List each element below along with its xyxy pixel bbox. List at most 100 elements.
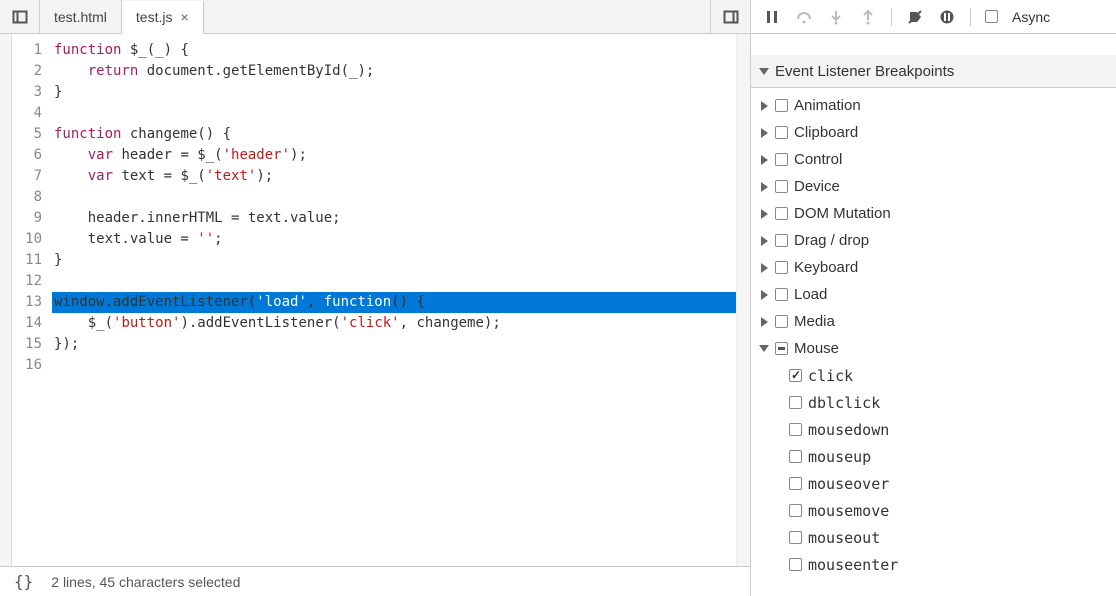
- step-into-icon[interactable]: [827, 8, 845, 26]
- chevron-right-icon[interactable]: [761, 290, 768, 300]
- line-number[interactable]: 13: [12, 292, 52, 313]
- checkbox[interactable]: [789, 369, 802, 382]
- pause-icon[interactable]: [763, 8, 781, 26]
- code-line[interactable]: text.value = '';: [52, 229, 736, 250]
- toggle-right-sidebar-icon[interactable]: [710, 0, 750, 33]
- breakpoint-category[interactable]: Media: [751, 308, 1116, 335]
- code-line[interactable]: [52, 103, 736, 124]
- code-line[interactable]: function $_(_) {: [52, 40, 736, 61]
- breakpoint-category[interactable]: Load: [751, 281, 1116, 308]
- code-line[interactable]: });: [52, 334, 736, 355]
- code-line[interactable]: function changeme() {: [52, 124, 736, 145]
- checkbox[interactable]: [775, 288, 788, 301]
- close-icon[interactable]: ×: [180, 9, 188, 25]
- tab-test-js[interactable]: test.js ×: [122, 1, 204, 34]
- code-line[interactable]: window.addEventListener('load', function…: [52, 292, 736, 313]
- line-number[interactable]: 15: [12, 334, 52, 355]
- breakpoint-category[interactable]: Animation: [751, 92, 1116, 119]
- checkbox[interactable]: [775, 207, 788, 220]
- pause-on-exceptions-icon[interactable]: [938, 8, 956, 26]
- checkbox[interactable]: [775, 234, 788, 247]
- line-number[interactable]: 12: [12, 271, 52, 292]
- breakpoint-category[interactable]: Control: [751, 146, 1116, 173]
- breakpoint-category[interactable]: Device: [751, 173, 1116, 200]
- breakpoints-header[interactable]: Event Listener Breakpoints: [751, 56, 1116, 88]
- step-out-icon[interactable]: [859, 8, 877, 26]
- line-number[interactable]: 5: [12, 124, 52, 145]
- line-number[interactable]: 3: [12, 82, 52, 103]
- breakpoint-event[interactable]: mouseup: [751, 443, 1116, 470]
- checkbox[interactable]: [789, 423, 802, 436]
- code-editor[interactable]: 12345678910111213141516 function $_(_) {…: [0, 34, 750, 566]
- chevron-right-icon[interactable]: [761, 155, 768, 165]
- chevron-right-icon[interactable]: [761, 101, 768, 111]
- checkbox[interactable]: [775, 342, 788, 355]
- pretty-print-icon[interactable]: {}: [14, 572, 33, 591]
- code-line[interactable]: return document.getElementById(_);: [52, 61, 736, 82]
- code-line[interactable]: header.innerHTML = text.value;: [52, 208, 736, 229]
- code-line[interactable]: }: [52, 82, 736, 103]
- breakpoint-category[interactable]: DOM Mutation: [751, 200, 1116, 227]
- breakpoint-event[interactable]: mouseover: [751, 470, 1116, 497]
- line-number[interactable]: 14: [12, 313, 52, 334]
- checkbox[interactable]: [789, 396, 802, 409]
- line-number[interactable]: 1: [12, 40, 52, 61]
- chevron-right-icon[interactable]: [761, 182, 768, 192]
- step-over-icon[interactable]: [795, 8, 813, 26]
- chevron-right-icon[interactable]: [761, 317, 768, 327]
- breakpoint-event[interactable]: mouseout: [751, 524, 1116, 551]
- line-number[interactable]: 16: [12, 355, 52, 376]
- code-line[interactable]: var text = $_('text');: [52, 166, 736, 187]
- breakpoint-category[interactable]: Keyboard: [751, 254, 1116, 281]
- line-number[interactable]: 2: [12, 61, 52, 82]
- chevron-right-icon[interactable]: [761, 209, 768, 219]
- line-number[interactable]: 4: [12, 103, 52, 124]
- breakpoint-event[interactable]: mousedown: [751, 416, 1116, 443]
- chevron-right-icon[interactable]: [761, 128, 768, 138]
- checkbox[interactable]: [789, 477, 802, 490]
- breakpoint-event[interactable]: click: [751, 362, 1116, 389]
- breakpoint-event[interactable]: mousemove: [751, 497, 1116, 524]
- chevron-right-icon[interactable]: [761, 236, 768, 246]
- line-number[interactable]: 7: [12, 166, 52, 187]
- code-line[interactable]: var header = $_('header');: [52, 145, 736, 166]
- async-checkbox[interactable]: [985, 10, 998, 23]
- line-number[interactable]: 6: [12, 145, 52, 166]
- code-line[interactable]: $_('button').addEventListener('click', c…: [52, 313, 736, 334]
- line-number[interactable]: 10: [12, 229, 52, 250]
- breakpoint-category[interactable]: Drag / drop: [751, 227, 1116, 254]
- checkbox[interactable]: [789, 450, 802, 463]
- breakpoint-category[interactable]: Clipboard: [751, 119, 1116, 146]
- checkbox[interactable]: [775, 99, 788, 112]
- checkbox[interactable]: [775, 315, 788, 328]
- event-label: mouseenter: [808, 556, 898, 574]
- code-content[interactable]: function $_(_) { return document.getElem…: [52, 34, 736, 566]
- deactivate-breakpoints-icon[interactable]: [906, 8, 924, 26]
- checkbox[interactable]: [775, 126, 788, 139]
- line-number[interactable]: 9: [12, 208, 52, 229]
- chevron-right-icon[interactable]: [761, 263, 768, 273]
- line-number[interactable]: 11: [12, 250, 52, 271]
- tab-test-html[interactable]: test.html: [40, 0, 122, 33]
- checkbox[interactable]: [789, 531, 802, 544]
- checkbox[interactable]: [775, 261, 788, 274]
- chevron-down-icon[interactable]: [759, 345, 769, 352]
- toggle-sidebar-icon[interactable]: [0, 0, 40, 33]
- checkbox[interactable]: [789, 558, 802, 571]
- checkbox[interactable]: [775, 153, 788, 166]
- checkbox[interactable]: [789, 504, 802, 517]
- checkbox[interactable]: [775, 180, 788, 193]
- code-line[interactable]: }: [52, 250, 736, 271]
- tabs-bar: test.html test.js ×: [0, 0, 750, 34]
- breakpoint-event[interactable]: mouseenter: [751, 551, 1116, 578]
- code-line[interactable]: [52, 355, 736, 376]
- breakpoint-event[interactable]: dblclick: [751, 389, 1116, 416]
- breakpoint-category[interactable]: Mouse: [751, 335, 1116, 362]
- code-line[interactable]: [52, 187, 736, 208]
- breakpoint-gutter[interactable]: [0, 34, 12, 566]
- category-label: Media: [794, 313, 835, 330]
- scrollbar-vertical[interactable]: [736, 34, 750, 566]
- collapsed-section[interactable]: [751, 34, 1116, 56]
- code-line[interactable]: [52, 271, 736, 292]
- line-number[interactable]: 8: [12, 187, 52, 208]
